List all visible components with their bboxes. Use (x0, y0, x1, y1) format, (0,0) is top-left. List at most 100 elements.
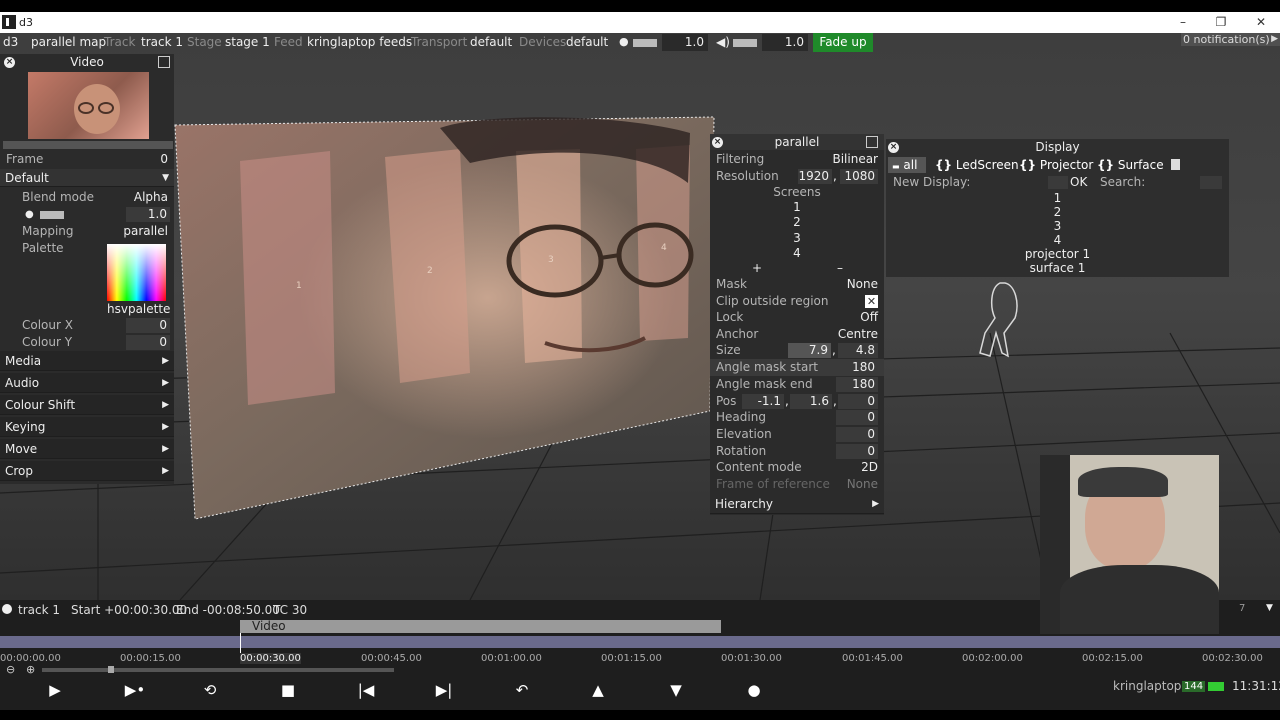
zoom-in-icon[interactable]: ⊕ (26, 663, 35, 676)
content-mode-value[interactable]: 2D (861, 459, 878, 476)
app-menu[interactable]: d3 (3, 35, 18, 49)
param-brightness-value[interactable]: 1.0 (126, 207, 170, 222)
video-clip-block[interactable]: Video (240, 620, 721, 633)
display-list-item[interactable]: 1 (886, 191, 1229, 205)
play-icon[interactable]: ▶ (45, 682, 65, 698)
filter-surface-tab[interactable]: {} Surface (1097, 157, 1164, 173)
resolution-width[interactable]: 1920 (798, 169, 832, 184)
previous-section-icon[interactable]: |◀ (356, 682, 376, 698)
angle-mask-end-value[interactable]: 180 (836, 377, 878, 392)
blend-mode-value[interactable]: Alpha (134, 189, 168, 206)
stage-menu[interactable]: stage 1 (225, 35, 270, 49)
remove-screen-button[interactable]: – (837, 261, 843, 275)
close-window-button[interactable]: ✕ (1246, 13, 1276, 31)
hierarchy-section[interactable]: Hierarchy ▶ (710, 494, 884, 514)
filtering-value[interactable]: Bilinear (832, 151, 878, 168)
angle-mask-start-value[interactable]: 180 (836, 360, 878, 375)
heading-row: Heading 0 (710, 409, 884, 426)
media-section[interactable]: Media ▶ (0, 351, 174, 371)
add-screen-button[interactable]: + (752, 261, 762, 275)
filter-all-tab[interactable]: ▬ all (888, 157, 926, 173)
mask-value[interactable]: None (847, 276, 878, 293)
hsv-palette-swatch[interactable] (107, 244, 166, 301)
new-display-input[interactable] (1048, 176, 1068, 189)
volume-value[interactable]: 1.0 (762, 34, 808, 51)
record-icon[interactable]: ● (744, 682, 764, 698)
zoom-out-icon[interactable]: ⊖ (6, 663, 15, 676)
screens-item[interactable]: 1 (710, 200, 884, 214)
close-parallel-panel-icon[interactable]: × (712, 137, 723, 148)
elevation-value[interactable]: 0 (836, 427, 878, 442)
fade-up-button[interactable]: Fade up (813, 33, 873, 52)
next-section-icon[interactable]: ▶| (434, 682, 454, 698)
screens-item[interactable]: 2 (710, 215, 884, 229)
close-display-panel-icon[interactable]: × (888, 142, 899, 153)
rotation-value[interactable]: 0 (836, 444, 878, 459)
map-menu[interactable]: parallel map (31, 35, 106, 49)
keying-section[interactable]: Keying ▶ (0, 417, 174, 437)
resolution-height[interactable]: 1080 (840, 169, 878, 184)
ok-button[interactable]: OK (1070, 175, 1087, 189)
size-width[interactable]: 7.9 (788, 343, 831, 358)
mapping-value[interactable]: parallel (123, 223, 168, 240)
time-tick-label: 00:00:45.00 (361, 653, 422, 664)
pos-z[interactable]: 0 (838, 394, 878, 409)
pos-x[interactable]: -1.1 (742, 394, 784, 409)
track-menu[interactable]: track 1 (141, 35, 183, 49)
search-input[interactable] (1200, 176, 1222, 189)
popout-icon[interactable] (866, 136, 878, 148)
colour-x-value[interactable]: 0 (126, 318, 170, 333)
video-progress-bar[interactable] (3, 141, 173, 149)
display-list-item[interactable]: projector 1 (886, 247, 1229, 261)
trash-icon[interactable] (1171, 159, 1180, 170)
audio-section[interactable]: Audio ▶ (0, 373, 174, 393)
colour-shift-section-label: Colour Shift (5, 398, 76, 412)
param-brightness-slider[interactable] (40, 211, 64, 219)
lock-value[interactable]: Off (860, 309, 878, 326)
display-list-item[interactable]: 2 (886, 205, 1229, 219)
play-to-end-icon[interactable]: ▶• (122, 682, 148, 698)
move-section[interactable]: Move ▶ (0, 439, 174, 459)
display-list-item[interactable]: surface 1 (886, 261, 1229, 275)
display-list-item[interactable]: 4 (886, 233, 1229, 247)
heading-value[interactable]: 0 (836, 410, 878, 425)
brightness-value[interactable]: 1.0 (662, 34, 708, 51)
screens-label: Screens (773, 185, 821, 199)
timeline-menu-icon[interactable]: ▼ (1266, 603, 1273, 613)
zoom-scroll-thumb[interactable] (108, 666, 114, 673)
down-arrow-icon[interactable]: ▼ (666, 682, 686, 698)
clip-outside-checkbox[interactable]: ✕ (865, 295, 878, 308)
size-height[interactable]: 4.8 (838, 343, 878, 358)
transport-menu[interactable]: default (470, 35, 512, 49)
maximize-button[interactable]: ❐ (1206, 13, 1236, 31)
return-icon[interactable]: ↶ (512, 682, 532, 698)
loop-icon[interactable]: ⟲ (200, 682, 220, 698)
track-options-icon[interactable] (2, 604, 12, 614)
filter-ledscreen-tab[interactable]: {} LedScreen (935, 157, 1019, 173)
volume-slider[interactable] (733, 39, 757, 47)
colour-shift-section[interactable]: Colour Shift ▶ (0, 395, 174, 415)
filter-projector-tab[interactable]: {} Projector (1019, 157, 1093, 173)
timeline-ruler[interactable] (0, 636, 1280, 648)
display-list-item[interactable]: 3 (886, 219, 1229, 233)
screens-item[interactable]: 4 (710, 246, 884, 260)
video-thumbnail[interactable] (28, 72, 149, 139)
popout-icon[interactable] (158, 56, 170, 68)
crop-section[interactable]: Crop ▶ (0, 461, 174, 481)
brightness-slider[interactable] (633, 39, 657, 47)
frame-value[interactable]: 0 (160, 151, 168, 168)
stop-icon[interactable]: ■ (278, 682, 298, 698)
screens-item[interactable]: 3 (710, 231, 884, 245)
close-video-panel-icon[interactable]: × (4, 57, 15, 68)
colour-y-value[interactable]: 0 (126, 335, 170, 350)
devices-menu[interactable]: default (566, 35, 608, 49)
minimize-button[interactable]: – (1168, 13, 1198, 31)
feed-menu[interactable]: kringlaptop feeds (307, 35, 412, 49)
notifications-button[interactable]: 0 notification(s) ▶ (1181, 33, 1280, 46)
up-arrow-icon[interactable]: ▲ (588, 682, 608, 698)
zoom-scrollbar[interactable] (42, 668, 394, 672)
pos-y[interactable]: 1.6 (790, 394, 832, 409)
default-group-header[interactable]: Default ▼ (0, 169, 174, 187)
elevation-row: Elevation 0 (710, 426, 884, 443)
anchor-value[interactable]: Centre (838, 326, 878, 343)
